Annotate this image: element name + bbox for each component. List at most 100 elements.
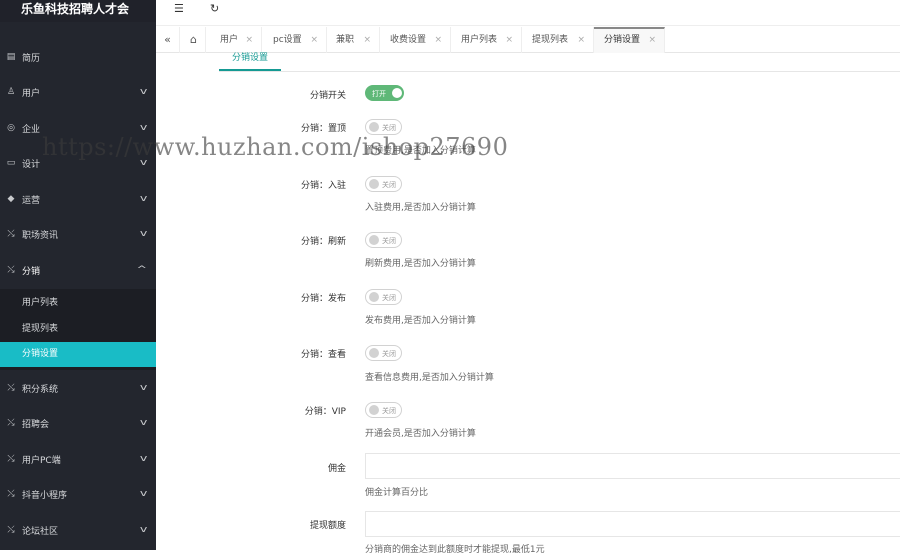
resume-icon: ▤ bbox=[6, 52, 16, 62]
douyin-icon: ⤯ bbox=[7, 489, 15, 499]
chevron-down-icon: v bbox=[139, 525, 148, 535]
distribution-refresh-label: 分销：刷新 bbox=[300, 237, 346, 247]
sidebar-item-label: 用户PC端 bbox=[22, 455, 61, 466]
chevron-down-icon: v bbox=[139, 454, 148, 464]
home-icon[interactable]: ⌂ bbox=[182, 27, 206, 53]
switch-knob bbox=[369, 122, 379, 132]
switch-knob bbox=[369, 179, 379, 189]
chevron-down-icon: v bbox=[139, 87, 148, 97]
withdraw-limit-input[interactable] bbox=[365, 511, 900, 537]
sidebar-item-label: 企业 bbox=[22, 124, 41, 135]
sidebar-item-company[interactable]: ◎ 企业 v bbox=[0, 113, 156, 143]
sidebar-item-job-fair[interactable]: ⤯ 招聘会 v bbox=[0, 408, 156, 438]
distribution-top-switch[interactable]: 关闭 bbox=[365, 119, 402, 135]
switch-text: 关闭 bbox=[382, 407, 396, 415]
distribution-vip-switch[interactable]: 关闭 bbox=[365, 402, 402, 418]
distribution-top-label: 分销：置顶 bbox=[300, 124, 346, 134]
switch-text: 打开 bbox=[372, 90, 386, 98]
switch-knob bbox=[369, 235, 379, 245]
sidebar-item-label: 简历 bbox=[22, 53, 41, 64]
distribution-join-hint: 入驻费用,是否加入分销计算 bbox=[365, 203, 476, 213]
close-icon[interactable]: × bbox=[577, 27, 585, 53]
sidebar-item-operation[interactable]: ◆ 运营 v bbox=[0, 184, 156, 214]
points-icon: ⤯ bbox=[7, 383, 15, 393]
chevron-down-icon: v bbox=[139, 418, 148, 428]
tab-label: 收费设置 bbox=[390, 35, 427, 45]
close-icon[interactable]: × bbox=[505, 27, 513, 53]
close-icon[interactable]: × bbox=[363, 27, 371, 53]
tab-distribution-settings[interactable]: 分销设置 × bbox=[594, 27, 665, 53]
section-tab[interactable]: 分销设置 bbox=[219, 53, 281, 71]
section-divider bbox=[219, 71, 900, 72]
sidebar-item-label: 运营 bbox=[22, 195, 41, 206]
distribution-top-hint: 置顶费用,是否加入分销计算 bbox=[365, 146, 476, 156]
switch-knob bbox=[369, 348, 379, 358]
distribution-view-switch[interactable]: 关闭 bbox=[365, 345, 402, 361]
tab-bar: « ⌂ 用户 × pc设置 × 兼职 × 收费设置 × 用户列表 × 提现列表 × 分销设置… bbox=[156, 27, 900, 53]
sidebar-item-forum[interactable]: ⤯ 论坛社区 v bbox=[0, 515, 156, 545]
tab-withdraw-list[interactable]: 提现列表 × bbox=[522, 27, 594, 53]
commission-label: 佣金 bbox=[327, 464, 346, 474]
user-icon: ♙ bbox=[6, 87, 16, 97]
sidebar-item-user-pc[interactable]: ⤯ 用户PC端 v bbox=[0, 444, 156, 474]
commission-input[interactable] bbox=[365, 453, 900, 479]
sidebar-item-distribution[interactable]: ⤯ 分销 ^ bbox=[0, 255, 156, 285]
close-icon[interactable]: × bbox=[310, 27, 318, 53]
top-header: ☰ ↻ bbox=[156, 0, 900, 26]
distribution-refresh-switch[interactable]: 关闭 bbox=[365, 232, 402, 248]
tab-fee-settings[interactable]: 收费设置 × bbox=[380, 27, 451, 53]
fair-icon: ⤯ bbox=[7, 418, 15, 428]
sidebar-item-points[interactable]: ⤯ 积分系统 v bbox=[0, 373, 156, 403]
app-title: 乐鱼科技招聘人才会 bbox=[0, 0, 156, 22]
news-icon: ⤯ bbox=[7, 229, 15, 239]
distribution-publish-switch[interactable]: 关闭 bbox=[365, 289, 402, 305]
sidebar-item-douyin[interactable]: ⤯ 抖音小程序 v bbox=[0, 479, 156, 509]
pc-icon: ⤯ bbox=[7, 454, 15, 464]
sidebar-item-label: 积分系统 bbox=[22, 384, 59, 395]
switch-text: 关闭 bbox=[382, 237, 396, 245]
tab-scroll-left-icon[interactable]: « bbox=[156, 27, 180, 53]
distribution-switch[interactable]: 打开 bbox=[365, 85, 404, 101]
sidebar-item-news[interactable]: ⤯ 职场资讯 v bbox=[0, 219, 156, 249]
chevron-down-icon: v bbox=[139, 229, 148, 239]
commission-hint: 佣金计算百分比 bbox=[365, 488, 429, 498]
sidebar-item-design[interactable]: ▭ 设计 v bbox=[0, 148, 156, 178]
sidebar-item-label: 职场资讯 bbox=[22, 230, 59, 241]
sidebar-item-label: 抖音小程序 bbox=[22, 490, 68, 501]
refresh-icon[interactable]: ↻ bbox=[210, 2, 219, 15]
share-icon: ⤯ bbox=[7, 265, 15, 275]
switch-knob bbox=[392, 88, 402, 98]
chevron-down-icon: v bbox=[139, 123, 148, 133]
sidebar-item-user[interactable]: ♙ 用户 v bbox=[0, 77, 156, 107]
distribution-vip-label: 分销：VIP bbox=[304, 407, 346, 417]
tab-label: 兼职 bbox=[336, 35, 355, 45]
tab-user[interactable]: 用户 × bbox=[210, 27, 262, 53]
sidebar-subitem-withdraw-list[interactable]: 提现列表 bbox=[0, 317, 156, 342]
sidebar-item-label: 论坛社区 bbox=[22, 526, 59, 537]
tab-pc-settings[interactable]: pc设置 × bbox=[263, 27, 327, 53]
tab-label: pc设置 bbox=[273, 35, 302, 45]
close-icon[interactable]: × bbox=[648, 29, 656, 51]
switch-text: 关闭 bbox=[382, 181, 396, 189]
sidebar-item-resume[interactable]: ▤ 简历 bbox=[0, 42, 156, 72]
megaphone-icon: ◆ bbox=[7, 194, 15, 204]
sidebar: 乐鱼科技招聘人才会 ▤ 简历 ♙ 用户 v ◎ 企业 v ▭ 设计 v ◆ 运营… bbox=[0, 0, 156, 550]
sidebar-item-label: 设计 bbox=[22, 159, 41, 170]
sidebar-subitem-user-list[interactable]: 用户列表 bbox=[0, 291, 156, 316]
switch-knob bbox=[369, 292, 379, 302]
tab-label: 用户列表 bbox=[461, 35, 498, 45]
tab-label: 提现列表 bbox=[532, 35, 569, 45]
tab-part-time[interactable]: 兼职 × bbox=[326, 27, 380, 53]
close-icon[interactable]: × bbox=[434, 27, 442, 53]
indent-icon[interactable]: ☰ bbox=[174, 2, 184, 15]
chevron-up-icon: ^ bbox=[136, 265, 148, 275]
switch-text: 关闭 bbox=[382, 124, 396, 132]
close-icon[interactable]: × bbox=[245, 27, 253, 53]
withdraw-limit-label: 提现额度 bbox=[309, 521, 346, 531]
chevron-down-icon: v bbox=[139, 489, 148, 499]
tab-user-list[interactable]: 用户列表 × bbox=[451, 27, 522, 53]
distribution-join-switch[interactable]: 关闭 bbox=[365, 176, 402, 192]
sidebar-subitem-distribution-settings[interactable]: 分销设置 bbox=[0, 342, 156, 367]
distribution-view-label: 分销：查看 bbox=[300, 350, 346, 360]
switch-knob bbox=[369, 405, 379, 415]
